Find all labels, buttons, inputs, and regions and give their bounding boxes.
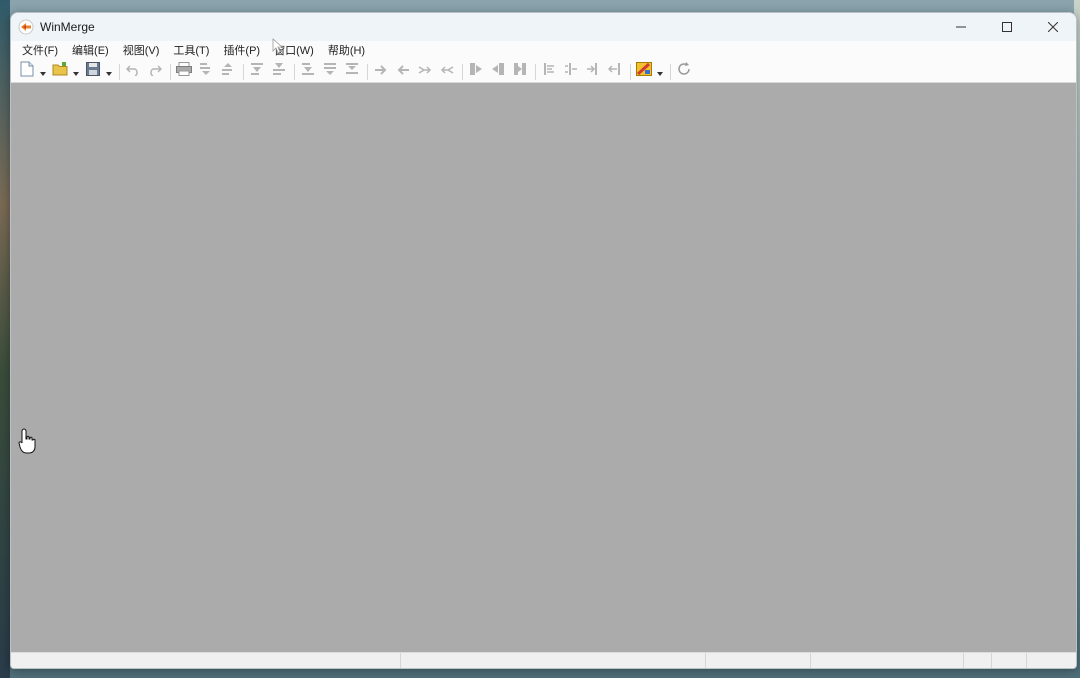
prev-diff-button[interactable] (218, 63, 238, 81)
title-bar[interactable]: WinMerge (11, 13, 1076, 41)
minimize-button[interactable] (938, 13, 984, 41)
toolbar-separator (670, 63, 671, 80)
refresh-button[interactable] (674, 62, 694, 81)
menu-view[interactable]: 视图(V) (116, 41, 167, 61)
status-pane (1027, 653, 1059, 668)
arrow-cursor-icon (272, 38, 284, 54)
chevron-down-icon (73, 63, 79, 81)
chevron-down-icon (40, 63, 46, 81)
last-diff-icon (301, 62, 315, 81)
copy-right-advance-button[interactable] (415, 63, 435, 81)
toolbar-separator (170, 63, 171, 80)
status-pane (964, 653, 992, 668)
undo-button[interactable] (123, 63, 143, 81)
last-diff-button[interactable] (298, 63, 318, 81)
all-left-button[interactable] (488, 63, 508, 81)
close-button[interactable] (1030, 13, 1076, 41)
menu-tools[interactable]: 工具(T) (166, 41, 216, 61)
redo-button[interactable] (145, 63, 165, 81)
save-dropdown-arrow[interactable] (105, 63, 113, 81)
winmerge-app-icon (17, 18, 35, 36)
open-dropdown-arrow[interactable] (72, 63, 80, 81)
next-file-button[interactable] (561, 63, 581, 81)
close-icon (1047, 20, 1059, 35)
desktop-left-edge (0, 0, 10, 678)
chevron-down-icon (106, 63, 112, 81)
prev-diff-icon (221, 62, 235, 81)
menu-edit[interactable]: 编辑(E) (65, 41, 116, 61)
next-diff-icon (199, 62, 213, 81)
status-pane (401, 653, 706, 668)
status-pane (706, 653, 811, 668)
maximize-icon (1002, 20, 1012, 35)
hand-pointer-cursor-icon (18, 428, 36, 454)
copy-right-icon (374, 63, 388, 81)
merge-all-button[interactable] (510, 63, 530, 81)
menu-bar: 文件(F) 编辑(E) 视图(V) 工具(T) 插件(P) 窗口(W) 帮助(H… (11, 41, 1076, 61)
save-icon (86, 62, 100, 81)
mdi-client-area[interactable] (11, 83, 1076, 654)
first-diff-button[interactable] (247, 63, 267, 81)
copy-left-advance-button[interactable] (437, 63, 457, 81)
options-dropdown-arrow[interactable] (656, 63, 664, 81)
current-diff-button[interactable] (269, 63, 289, 81)
toolbar-separator (119, 63, 120, 80)
window-title: WinMerge (40, 20, 95, 34)
left-only-button[interactable] (583, 63, 603, 81)
menu-plugins[interactable]: 插件(P) (216, 41, 267, 61)
redo-icon (148, 63, 163, 81)
status-bar (11, 652, 1076, 668)
first-diff-icon (250, 62, 264, 81)
diff-line-icon (323, 62, 337, 81)
copy-left-advance-icon (440, 63, 454, 81)
merge-all-icon (513, 62, 527, 81)
right-only-icon (607, 62, 622, 81)
status-pane-main (11, 653, 401, 668)
print-button[interactable] (174, 62, 194, 81)
diff-all-button[interactable] (342, 63, 362, 81)
new-document-icon (20, 61, 34, 82)
copy-left-button[interactable] (393, 63, 413, 81)
toolbar-separator (462, 63, 463, 80)
prev-file-icon (542, 62, 556, 81)
diff-all-icon (345, 62, 359, 81)
current-diff-icon (272, 62, 286, 81)
status-pane (992, 653, 1027, 668)
toolbar-separator (243, 63, 244, 80)
toolbar-separator (367, 63, 368, 80)
refresh-icon (677, 62, 691, 81)
toolbar-separator (630, 63, 631, 80)
status-pane (811, 653, 964, 668)
all-right-icon (469, 62, 483, 81)
options-icon (636, 62, 652, 81)
all-left-icon (491, 62, 505, 81)
menu-file[interactable]: 文件(F) (15, 41, 65, 61)
left-only-icon (586, 62, 600, 81)
undo-icon (125, 63, 140, 81)
toolbar-separator (294, 63, 295, 80)
toolbar (11, 61, 1076, 83)
all-right-button[interactable] (466, 63, 486, 81)
toolbar-separator (535, 63, 536, 80)
new-dropdown-arrow[interactable] (39, 63, 47, 81)
options-button[interactable] (634, 62, 654, 81)
prev-file-button[interactable] (539, 63, 559, 81)
chevron-down-icon (657, 63, 663, 81)
copy-right-advance-icon (418, 63, 432, 81)
new-document-button[interactable] (17, 61, 37, 82)
copy-right-button[interactable] (371, 63, 391, 81)
minimize-icon (956, 20, 966, 35)
print-icon (176, 62, 192, 81)
next-file-icon (564, 62, 578, 81)
open-button[interactable] (50, 62, 70, 81)
right-only-button[interactable] (605, 63, 625, 81)
copy-left-icon (396, 63, 410, 81)
save-button[interactable] (83, 62, 103, 81)
maximize-button[interactable] (984, 13, 1030, 41)
winmerge-window: WinMerge 文件(F) 编辑(E) 视图(V) 工具(T) 插件(P) 窗… (10, 12, 1077, 669)
next-diff-button[interactable] (196, 63, 216, 81)
menu-help[interactable]: 帮助(H) (321, 41, 372, 61)
diff-line-button[interactable] (320, 63, 340, 81)
open-folder-icon (52, 62, 68, 81)
